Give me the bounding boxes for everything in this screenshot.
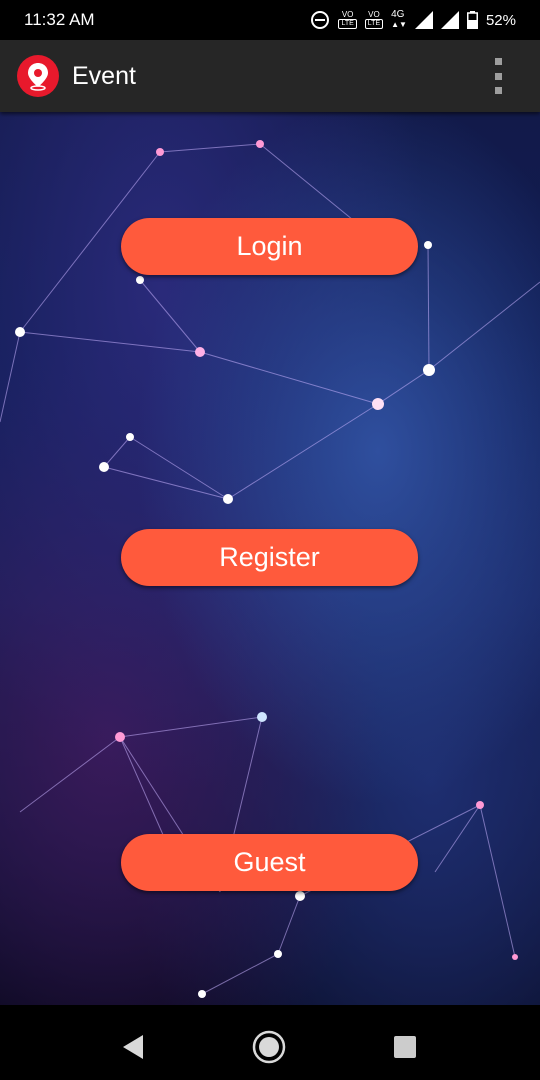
volte-icon: VO LTE — [338, 11, 357, 29]
battery-percent: 52% — [485, 11, 516, 29]
signal-icon — [414, 11, 433, 29]
register-button[interactable]: Register — [121, 529, 418, 586]
status-time: 11:32 AM — [24, 10, 95, 29]
status-icons: VO LTE VO LTE 4G ▲▼ 52% — [310, 9, 516, 31]
signal-icon-2 — [440, 11, 459, 29]
app-title: Event — [72, 62, 136, 90]
main-content: Login Register Guest — [0, 112, 540, 1005]
home-icon[interactable] — [252, 1030, 286, 1064]
battery-icon — [466, 11, 478, 29]
status-bar: 11:32 AM VO LTE VO LTE 4G ▲▼ 52% — [0, 0, 540, 40]
guest-button[interactable]: Guest — [121, 834, 418, 891]
volte-icon-2: VO LTE — [364, 11, 384, 29]
recents-icon[interactable] — [394, 1036, 416, 1058]
dnd-icon — [311, 11, 330, 29]
navigation-bar — [0, 1005, 540, 1080]
network-type: 4G ▲▼ — [391, 9, 407, 30]
back-icon[interactable] — [121, 1034, 145, 1060]
location-pin-icon — [17, 55, 59, 97]
app-bar: Event — [0, 40, 540, 112]
more-vert-icon[interactable] — [490, 58, 506, 94]
login-button[interactable]: Login — [121, 218, 418, 275]
